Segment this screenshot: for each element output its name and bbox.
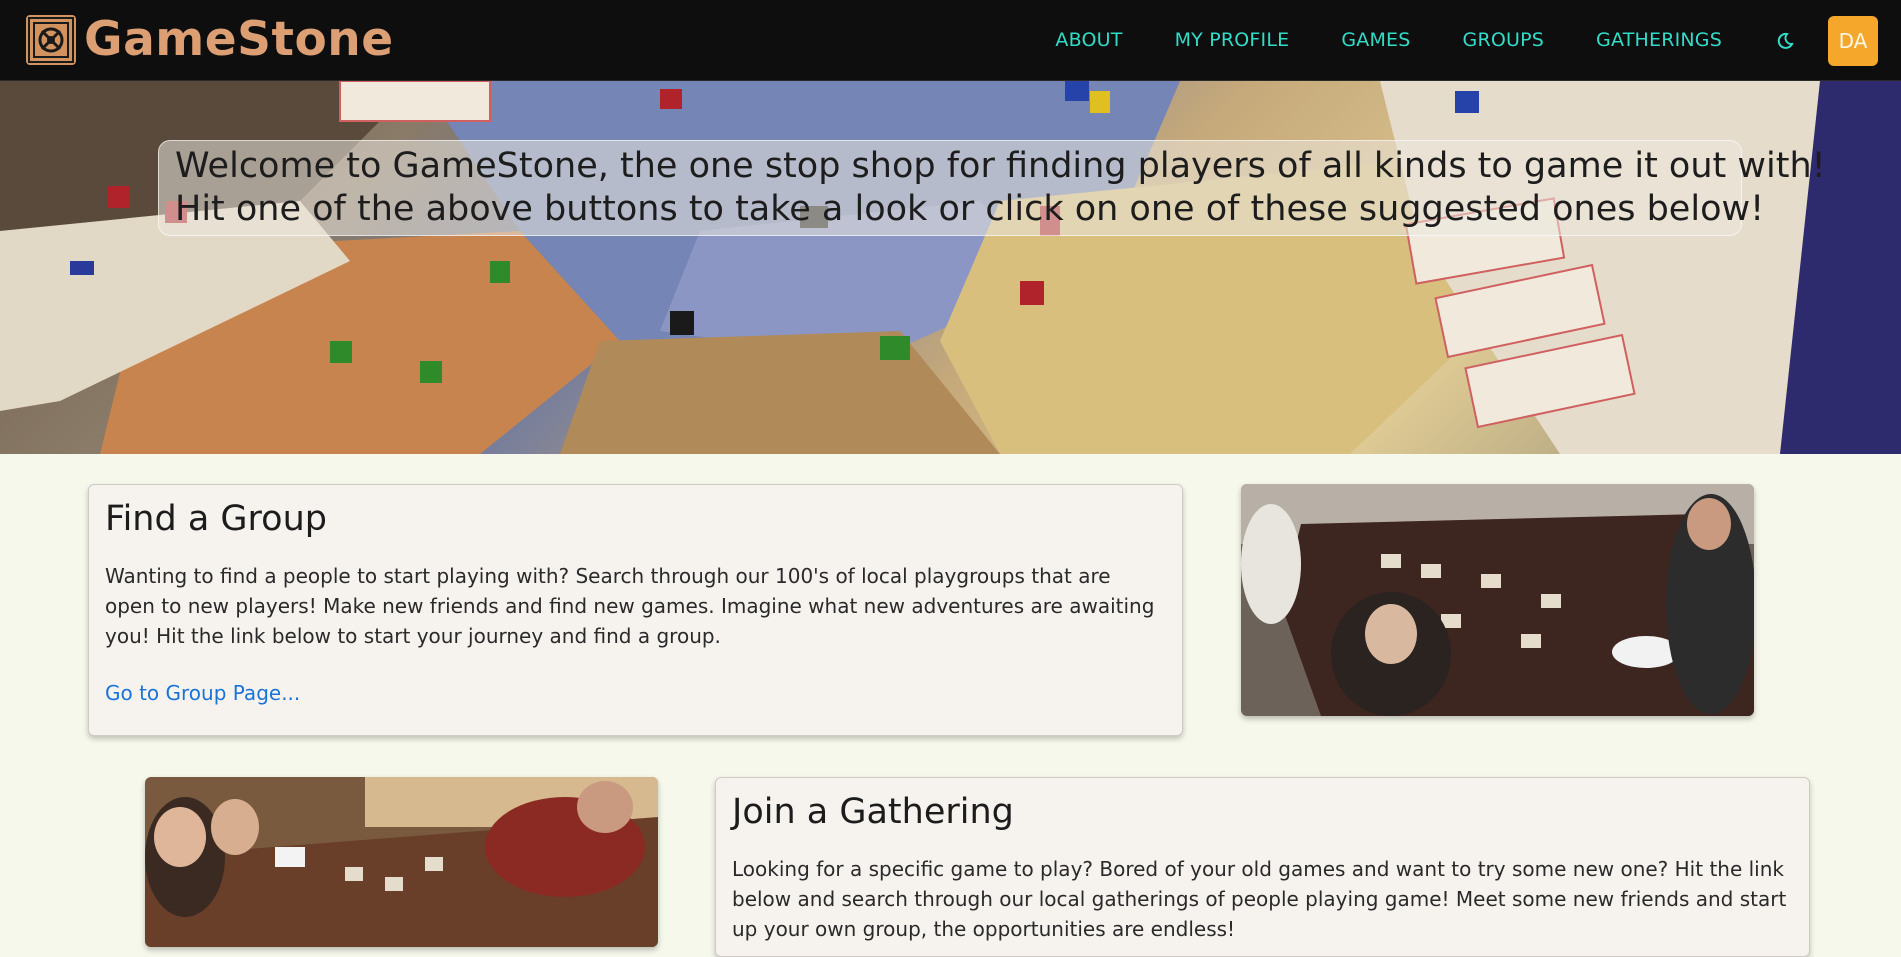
board-game-map-image	[0, 81, 1901, 454]
gathering-playing-photo	[145, 777, 658, 947]
welcome-line-1: Welcome to GameStone, the one stop shop …	[175, 146, 1826, 186]
nav-link-my-profile[interactable]: MY PROFILE	[1175, 0, 1290, 81]
welcome-message-box: Welcome to GameStone, the one stop shop …	[158, 140, 1826, 236]
join-gathering-card: Join a Gathering Looking for a specific …	[715, 777, 1810, 957]
gamestone-logo-icon	[26, 15, 76, 65]
group-page-link[interactable]: Go to Group Page...	[105, 681, 300, 705]
nav-link-gatherings[interactable]: GATHERINGS	[1596, 0, 1722, 81]
moon-icon[interactable]	[1774, 30, 1796, 52]
brand-name: GameStone	[84, 12, 394, 67]
join-gathering-title: Join a Gathering	[732, 792, 1014, 832]
group-playing-photo	[1241, 484, 1754, 716]
top-navbar: GameStone ABOUT MY PROFILE GAMES GROUPS …	[0, 0, 1901, 81]
brand-home-link[interactable]: GameStone	[26, 14, 394, 66]
nav-links: ABOUT MY PROFILE GAMES GROUPS GATHERINGS…	[1055, 0, 1901, 81]
hero-banner-image: Welcome to GameStone, the one stop shop …	[0, 81, 1901, 454]
join-gathering-description: Looking for a specific game to play? Bor…	[732, 857, 1787, 941]
welcome-line-2: Hit one of the above buttons to take a l…	[175, 189, 1765, 229]
nav-link-groups[interactable]: GROUPS	[1463, 0, 1545, 81]
nav-link-games[interactable]: GAMES	[1341, 0, 1410, 81]
find-group-description: Wanting to find a people to start playin…	[105, 564, 1155, 648]
nav-link-about[interactable]: ABOUT	[1055, 0, 1122, 81]
user-avatar[interactable]: DA	[1828, 15, 1878, 66]
find-group-title: Find a Group	[105, 499, 327, 539]
find-group-card: Find a Group Wanting to find a people to…	[88, 484, 1183, 736]
